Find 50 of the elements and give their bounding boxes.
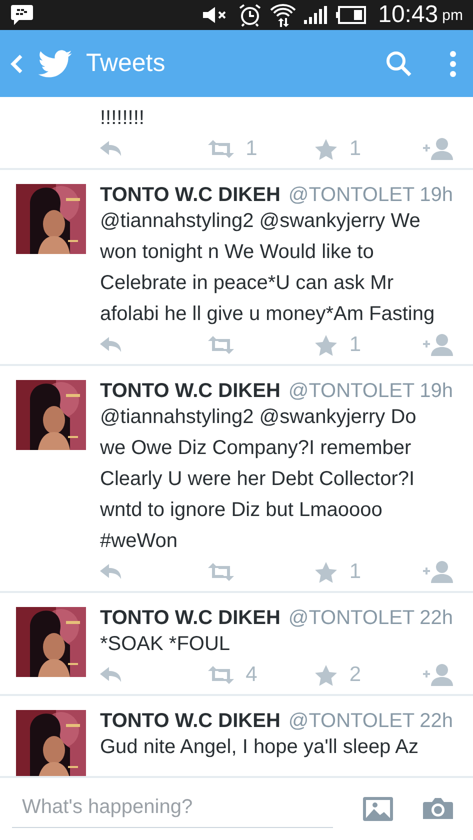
follow-icon[interactable] xyxy=(423,664,454,686)
signal-icon xyxy=(304,6,328,24)
compose-field[interactable]: What's happening? xyxy=(12,790,333,828)
tweet-text: !!!!!!!! xyxy=(100,106,146,131)
reply-icon[interactable] xyxy=(100,141,122,157)
screen-title: Tweets xyxy=(86,49,166,78)
back-icon[interactable] xyxy=(10,54,24,74)
retweet-icon[interactable] xyxy=(208,336,234,354)
follow-icon[interactable] xyxy=(423,561,454,583)
star-icon[interactable] xyxy=(315,334,338,356)
star-icon[interactable] xyxy=(315,562,338,582)
reply-icon[interactable] xyxy=(100,564,122,580)
clock-period: pm xyxy=(442,6,463,24)
author-name[interactable]: TONTO W.C DIKEH xyxy=(100,710,280,732)
battery-icon xyxy=(336,6,366,24)
tweet-text: Gud nite Angel, I hope ya'll sleep Az xyxy=(100,735,420,760)
alarm-icon xyxy=(238,3,262,27)
menu-icon[interactable] xyxy=(449,50,457,78)
reply-icon[interactable] xyxy=(100,667,122,683)
clock-time: 10:43 xyxy=(378,1,438,29)
image-icon[interactable] xyxy=(363,797,393,821)
follow-icon[interactable] xyxy=(423,138,454,160)
star-icon[interactable] xyxy=(315,138,338,160)
author-name[interactable]: TONTO W.C DIKEH xyxy=(100,380,280,402)
action-count: 4 xyxy=(246,663,258,687)
follow-icon[interactable] xyxy=(423,334,454,356)
tweet-time: 22h xyxy=(420,607,453,629)
chat-icon xyxy=(10,4,34,26)
author-name[interactable]: TONTO W.C DIKEH xyxy=(100,607,280,629)
tweet-text: @tiannahstyling2 @swankyjerry We won tonight n We Would like to Celebrate in peace*U can ask Mr afolabi he ll give u money*Am Fasting xyxy=(100,209,436,327)
action-count: 1 xyxy=(349,333,362,357)
action-count: 1 xyxy=(246,137,258,161)
wifi-icon xyxy=(270,3,296,27)
retweet-icon[interactable] xyxy=(208,140,234,158)
author-name[interactable]: TONTO W.C DIKEH xyxy=(100,184,280,206)
tweet-time: 22h xyxy=(420,710,453,732)
tweet-text: *SOAK *FOUL xyxy=(100,632,232,657)
tweet-time: 19h xyxy=(420,184,453,206)
star-icon[interactable] xyxy=(315,664,338,686)
reply-icon[interactable] xyxy=(100,337,122,353)
retweet-icon[interactable] xyxy=(208,563,234,581)
action-count: 1 xyxy=(349,137,362,161)
search-icon[interactable] xyxy=(385,50,413,78)
bird-icon xyxy=(38,50,72,78)
camera-icon[interactable] xyxy=(423,797,453,821)
action-count: 2 xyxy=(349,663,362,687)
retweet-icon[interactable] xyxy=(208,666,234,684)
action-count: 1 xyxy=(349,560,362,584)
tweet-text: @tiannahstyling2 @swankyjerry Do we Owe Diz Company?I remember Clearly U were her Debt Collector?I wntd to ignore Diz but Lmaoooo #weWon xyxy=(100,405,418,554)
tweet-time: 19h xyxy=(420,380,453,402)
